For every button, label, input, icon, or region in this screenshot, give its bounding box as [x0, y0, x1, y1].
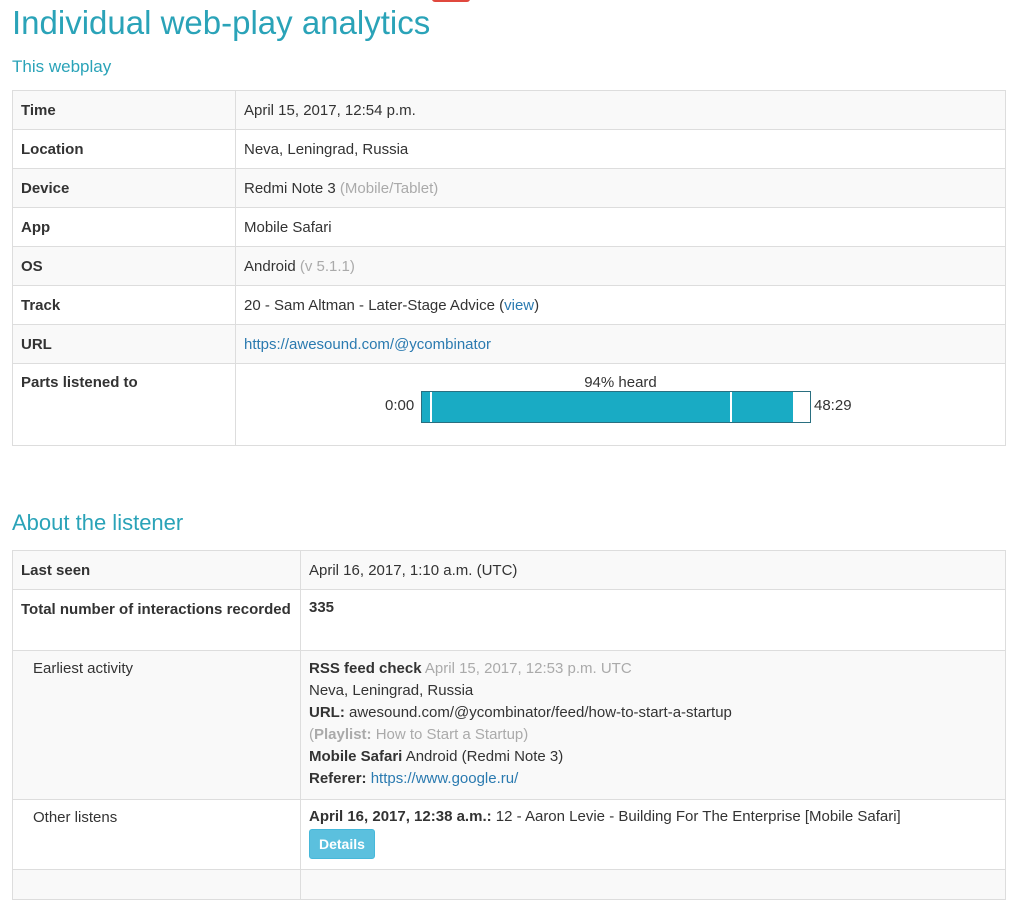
row-track: Track 20 - Sam Altman - Later-Stage Advi…	[12, 285, 1006, 325]
row-other-listens: Other listens April 16, 2017, 12:38 a.m.…	[12, 799, 1006, 870]
time-value: April 15, 2017, 12:54 p.m.	[235, 90, 1006, 130]
interactions-label: Total number of interactions recorded	[12, 589, 301, 651]
url-link[interactable]: https://awesound.com/@ycombinator	[244, 336, 491, 353]
page-title: Individual web-play analytics	[12, 4, 431, 41]
device-label: Device	[12, 168, 236, 208]
earliest-url-value: awesound.com/@ycombinator/feed/how-to-st…	[349, 704, 732, 721]
os-label: OS	[12, 246, 236, 286]
os-value: Android	[244, 257, 296, 275]
row-location: Location Neva, Leningrad, Russia	[12, 129, 1006, 169]
earliest-details: RSS feed check April 15, 2017, 12:53 p.m…	[300, 650, 1006, 800]
row-interactions: Total number of interactions recorded 33…	[12, 589, 1006, 651]
last-seen-value: April 16, 2017, 1:10 a.m. (UTC)	[300, 550, 1006, 590]
referer-link[interactable]: https://www.google.ru/	[371, 770, 519, 787]
progress-area: 0:00 48:29	[244, 391, 997, 437]
parts-cell: 94% heard 0:00 48:29	[235, 363, 1006, 446]
device-value: Redmi Note 3	[244, 179, 336, 197]
earliest-app-rest: Android (Redmi Note 3)	[405, 748, 564, 765]
start-time: 0:00	[385, 397, 415, 414]
row-earliest: Earliest activity RSS feed check April 1…	[12, 650, 1006, 800]
track-view-link[interactable]: view	[504, 297, 534, 314]
more-label	[12, 869, 301, 900]
heard-percentage: 94% heard	[584, 374, 657, 391]
listen-progress-fill	[422, 392, 793, 422]
earliest-event-time: April 15, 2017, 12:53 p.m. UTC	[424, 660, 632, 677]
earliest-app: Mobile Safari	[309, 748, 403, 765]
parts-label: Parts listened to	[12, 363, 236, 446]
row-last-seen: Last seen April 16, 2017, 1:10 a.m. (UTC…	[12, 550, 1006, 590]
row-device: Device Redmi Note 3 (Mobile/Tablet)	[12, 168, 1006, 208]
device-type: (Mobile/Tablet)	[339, 179, 439, 197]
notification-badge	[432, 0, 470, 2]
app-value: Mobile Safari	[235, 207, 1006, 247]
row-more	[12, 869, 1006, 900]
time-label: Time	[12, 90, 236, 130]
track-value: 20 - Sam Altman - Later-Stage Advice (	[244, 296, 505, 314]
other-listens-cell: April 16, 2017, 12:38 a.m.: 12 - Aaron L…	[300, 799, 1006, 870]
track-cell: 20 - Sam Altman - Later-Stage Advice (vi…	[235, 285, 1006, 325]
webplay-table: Time April 15, 2017, 12:54 p.m. Location…	[12, 90, 1006, 446]
details-button[interactable]: Details	[309, 829, 375, 859]
os-cell: Android (v 5.1.1)	[235, 246, 1006, 286]
segment-mark	[430, 392, 432, 422]
about-listener-heading: About the listener	[12, 510, 184, 535]
url-label: URL	[12, 324, 236, 364]
more-value	[300, 869, 1006, 900]
row-time: Time April 15, 2017, 12:54 p.m.	[12, 90, 1006, 130]
playlist-label: Playlist:	[314, 726, 372, 743]
earliest-label: Earliest activity	[12, 650, 301, 800]
earliest-location: Neva, Leningrad, Russia	[309, 682, 474, 699]
listen-progress-bar	[421, 391, 811, 423]
row-parts: Parts listened to 94% heard 0:00 48:29	[12, 363, 1006, 446]
referer-label: Referer:	[309, 770, 367, 787]
track-label: Track	[12, 285, 236, 325]
os-version: (v 5.1.1)	[299, 257, 355, 275]
row-app: App Mobile Safari	[12, 207, 1006, 247]
other-listen-desc: 12 - Aaron Levie - Building For The Ente…	[495, 808, 901, 825]
playlist-value: How to Start a Startup)	[375, 726, 529, 743]
location-label: Location	[12, 129, 236, 169]
device-cell: Redmi Note 3 (Mobile/Tablet)	[235, 168, 1006, 208]
other-listen-date: April 16, 2017, 12:38 a.m.:	[309, 808, 492, 825]
earliest-event: RSS feed check	[309, 660, 422, 677]
end-time: 48:29	[814, 397, 852, 414]
earliest-url-label: URL:	[309, 704, 345, 721]
interactions-value: 335	[300, 589, 1006, 651]
other-listens-label: Other listens	[12, 799, 301, 870]
location-value: Neva, Leningrad, Russia	[235, 129, 1006, 169]
last-seen-label: Last seen	[12, 550, 301, 590]
url-cell: https://awesound.com/@ycombinator	[235, 324, 1006, 364]
row-url: URL https://awesound.com/@ycombinator	[12, 324, 1006, 364]
listener-table: Last seen April 16, 2017, 1:10 a.m. (UTC…	[12, 550, 1006, 900]
app-label: App	[12, 207, 236, 247]
track-close: )	[534, 296, 540, 314]
this-webplay-heading: This webplay	[12, 57, 112, 76]
row-os: OS Android (v 5.1.1)	[12, 246, 1006, 286]
segment-mark	[730, 392, 732, 422]
